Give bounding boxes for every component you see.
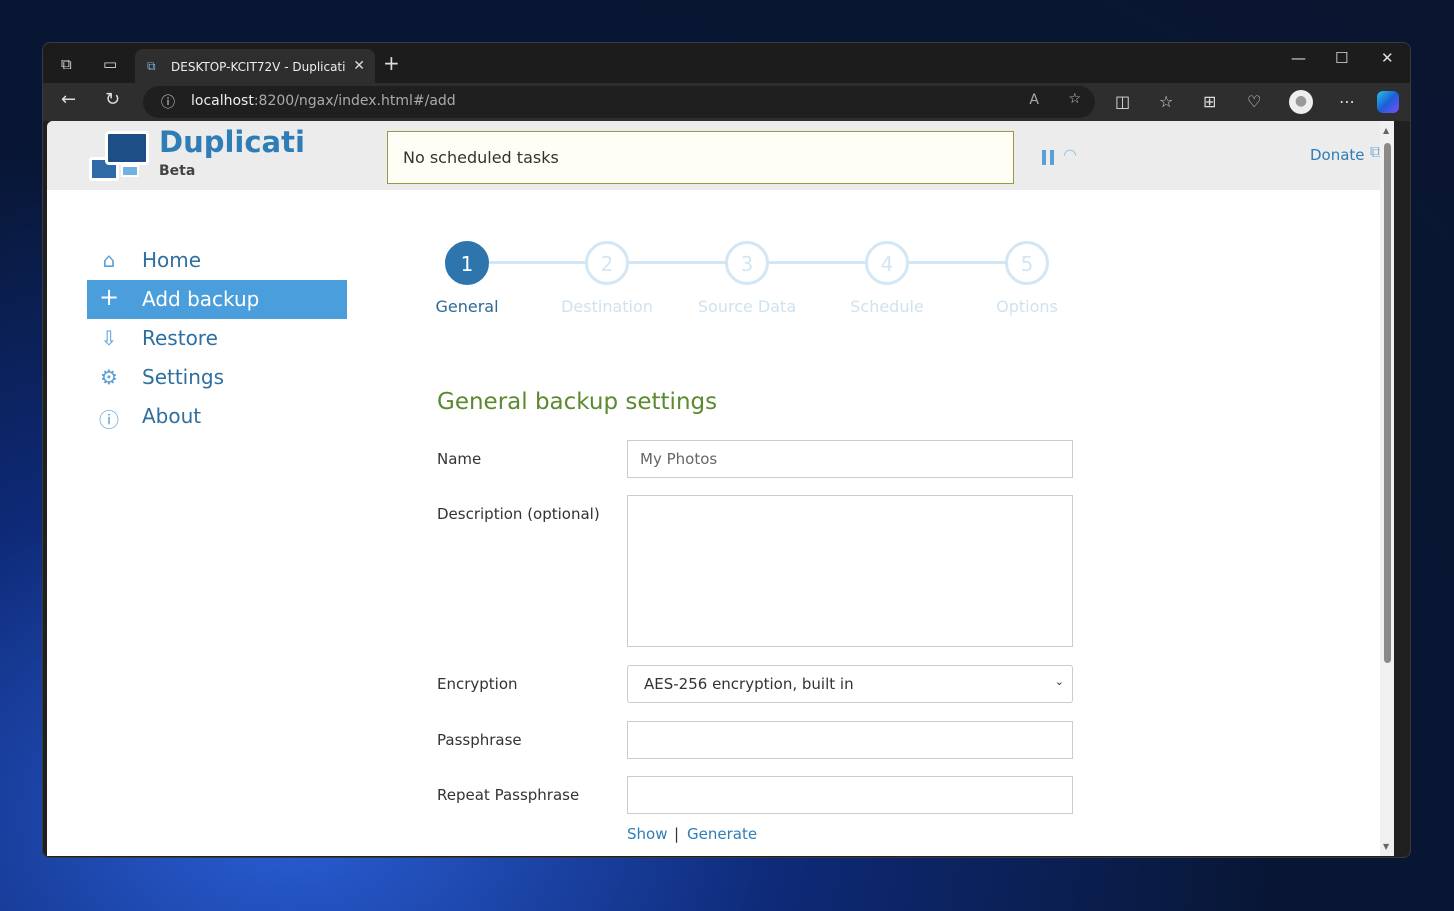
favorite-star-icon[interactable]: ☆ [1068,91,1081,107]
scroll-up-icon[interactable]: ▲ [1383,126,1389,135]
step-number: 5 [1005,241,1049,285]
tab-strip: ⧉ ▭ ⧉ DESKTOP-KCIT72V - Duplicati ✕ + — … [43,43,1410,83]
url-path: :8200/ngax/index.html#/add [253,93,456,109]
repeat-passphrase-label: Repeat Passphrase [437,786,580,804]
repeat-passphrase-input[interactable] [627,776,1073,814]
home-icon: ⌂ [102,248,116,272]
restore-icon: ⇩ [100,326,118,350]
sidebar-item-add-backup[interactable]: + Add backup [87,280,347,319]
app-header: Duplicati Beta No scheduled tasks ◠ Dona… [47,121,1394,190]
gear-icon: ⚙ [100,365,118,389]
section-title: General backup settings [437,389,718,415]
step-number: 1 [445,241,489,285]
status-bar: No scheduled tasks [387,131,1014,184]
encryption-label: Encryption [437,675,518,693]
collections-icon[interactable]: ⊞ [1203,92,1216,111]
scroll-down-icon[interactable]: ▼ [1383,842,1389,851]
browser-tab[interactable]: ⧉ DESKTOP-KCIT72V - Duplicati ✕ [135,49,375,83]
step-label: Destination [561,297,653,316]
url-host: localhost [191,93,254,109]
donate-link[interactable]: Donate [1310,146,1365,164]
sidebar-item-about[interactable]: ⓘ About [87,397,347,436]
sidebar-item-label: About [142,404,202,428]
info-icon: ⓘ [161,95,175,111]
step-options[interactable]: 5 Options [957,241,1097,316]
sidebar-item-label: Restore [142,326,218,350]
brand-name[interactable]: Duplicati [159,125,305,159]
sidebar-item-label: Settings [142,365,225,389]
maximize-icon[interactable]: ☐ [1335,49,1348,67]
show-passphrase-link[interactable]: Show [627,825,667,843]
browser-window: ⧉ ▭ ⧉ DESKTOP-KCIT72V - Duplicati ✕ + — … [42,42,1411,858]
scrollbar[interactable]: ▲ ▼ [1380,121,1394,856]
browser-toolbar: ← ↻ ⓘ localhost:8200/ngax/index.html#/ad… [43,83,1410,121]
plus-icon: + [98,283,120,311]
sidebar-item-label: Home [142,248,202,272]
passphrase-input[interactable] [627,721,1073,759]
step-destination[interactable]: 2 Destination [537,241,677,316]
sidebar-item-restore[interactable]: ⇩ Restore [87,319,347,358]
description-textarea[interactable] [627,495,1073,647]
scrollbar-thumb[interactable] [1384,143,1391,663]
step-label: General [435,297,499,316]
workspaces-icon[interactable]: ⧉ [61,55,72,73]
info-icon: ⓘ [99,408,119,432]
passphrase-label: Passphrase [437,731,522,749]
step-number: 3 [725,241,769,285]
encryption-value: AES-256 encryption, built in [644,675,854,693]
duplicati-favicon: ⧉ [147,59,156,73]
browser-essentials-icon[interactable]: ♡ [1247,92,1261,111]
step-label: Schedule [850,297,924,316]
read-aloud-icon[interactable]: A [1029,92,1039,108]
step-label: Options [996,297,1058,316]
generate-passphrase-link[interactable]: Generate [687,825,757,843]
copilot-icon[interactable] [1377,91,1399,113]
link-separator: | [674,825,680,843]
page: Duplicati Beta No scheduled tasks ◠ Dona… [47,121,1394,856]
minimize-icon[interactable]: — [1291,49,1306,67]
close-tab-icon[interactable]: ✕ [353,58,365,74]
sidebar-item-label: Add backup [142,287,260,311]
name-input[interactable]: My Photos [627,440,1073,478]
step-general[interactable]: 1 General [397,241,537,316]
sidebar-item-settings[interactable]: ⚙ Settings [87,358,347,397]
address-bar[interactable]: ⓘ localhost:8200/ngax/index.html#/add A … [143,86,1095,118]
step-number: 2 [585,241,629,285]
chevron-down-icon: ⌄ [1054,675,1064,688]
tab-title: DESKTOP-KCIT72V - Duplicati [171,60,346,74]
pause-icon[interactable] [1042,150,1054,165]
name-label: Name [437,450,482,468]
split-screen-icon[interactable]: ◫ [1115,92,1130,111]
refresh-icon[interactable]: ↻ [105,89,120,110]
step-label: Source Data [697,297,797,316]
step-schedule[interactable]: 4 Schedule [817,241,957,316]
profile-avatar-icon[interactable]: ● [1289,90,1313,114]
throttle-icon[interactable]: ◠ [1063,145,1077,164]
step-source-data[interactable]: 3 Source Data [677,241,817,316]
tab-actions-icon[interactable]: ▭ [103,55,117,73]
new-tab-icon[interactable]: + [383,51,400,75]
brand-subtitle: Beta [159,163,196,179]
step-number: 4 [865,241,909,285]
description-label: Description (optional) [437,505,600,523]
sidebar-item-home[interactable]: ⌂ Home [87,241,347,280]
close-window-icon[interactable]: ✕ [1381,49,1394,67]
more-menu-icon[interactable]: ⋯ [1339,92,1355,111]
back-icon[interactable]: ← [61,89,76,110]
favorites-icon[interactable]: ☆ [1159,92,1173,111]
encryption-select[interactable]: AES-256 encryption, built in ⌄ [627,665,1073,703]
